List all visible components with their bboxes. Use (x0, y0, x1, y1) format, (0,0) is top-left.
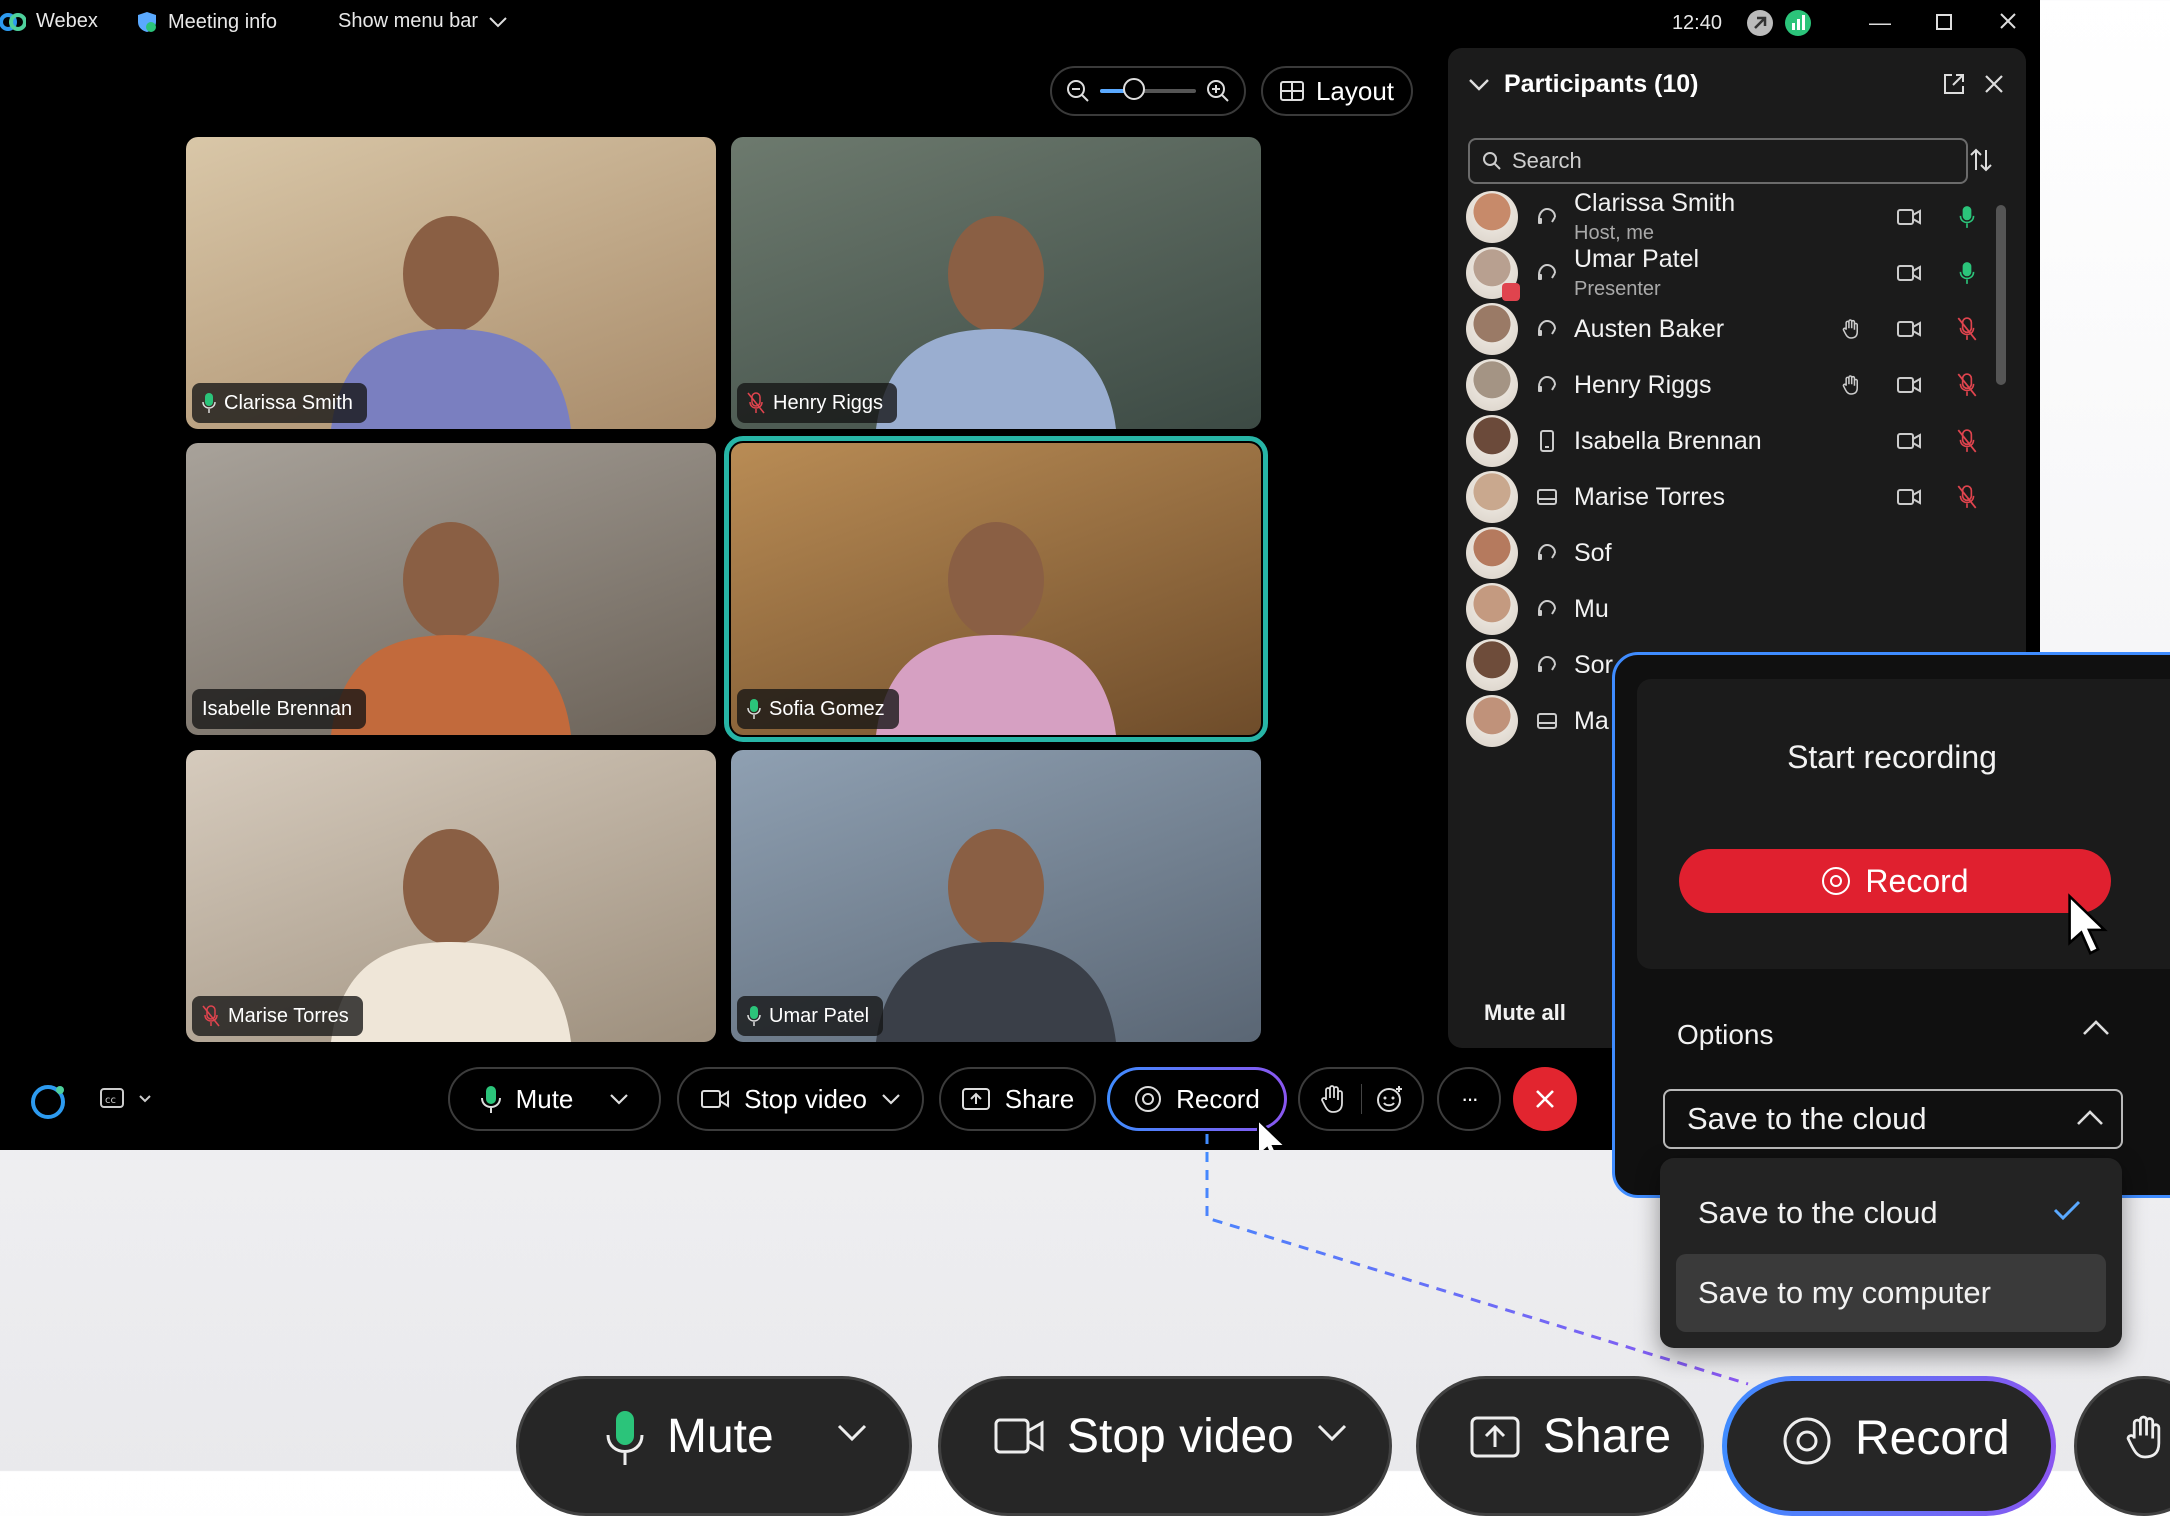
chevron-up-icon (2075, 1107, 2105, 1127)
start-recording-title: Start recording (1787, 739, 1997, 775)
zoomed-stop-video-label: Stop video (1067, 1410, 1294, 1463)
option-label: Save to my computer (1698, 1275, 1991, 1310)
video-camera-icon (993, 1415, 1045, 1457)
zoomed-record-label: Record (1855, 1412, 2010, 1465)
start-recording-popover: Start recording Record Options Save to t… (1612, 652, 2170, 1198)
record-icon (1821, 866, 1851, 896)
zoomed-share-label: Share (1543, 1410, 1672, 1463)
microphone-icon (605, 1409, 645, 1467)
zoomed-stop-video-button[interactable]: Stop video (938, 1376, 1392, 1516)
start-record-button[interactable]: Record (1679, 849, 2111, 913)
option-save-to-cloud[interactable]: Save to the cloud (1676, 1174, 2106, 1252)
zoomed-mute-label: Mute (667, 1410, 774, 1463)
start-record-label: Record (1865, 862, 1969, 899)
record-icon (1781, 1415, 1833, 1467)
chevron-down-icon (1316, 1423, 1348, 1443)
checkmark-icon (2052, 1198, 2082, 1222)
zoomed-mute-button[interactable]: Mute (516, 1376, 912, 1516)
share-screen-icon (1469, 1415, 1521, 1459)
save-location-dropdown: Save to the cloud Save to my computer (1660, 1158, 2122, 1348)
mouse-cursor-icon (2068, 893, 2108, 955)
option-save-to-computer[interactable]: Save to my computer (1676, 1254, 2106, 1332)
save-location-value: Save to the cloud (1687, 1101, 1927, 1136)
option-label: Save to the cloud (1698, 1195, 1938, 1230)
chevron-down-icon (836, 1423, 868, 1443)
zoomed-share-button[interactable]: Share (1416, 1376, 1704, 1516)
zoomed-record-button[interactable]: Record (1722, 1376, 2056, 1516)
raise-hand-icon (2125, 1409, 2165, 1465)
save-location-select[interactable]: Save to the cloud (1663, 1089, 2123, 1149)
chevron-up-icon[interactable] (2081, 1017, 2111, 1037)
options-toggle[interactable]: Options (1677, 1019, 1774, 1051)
